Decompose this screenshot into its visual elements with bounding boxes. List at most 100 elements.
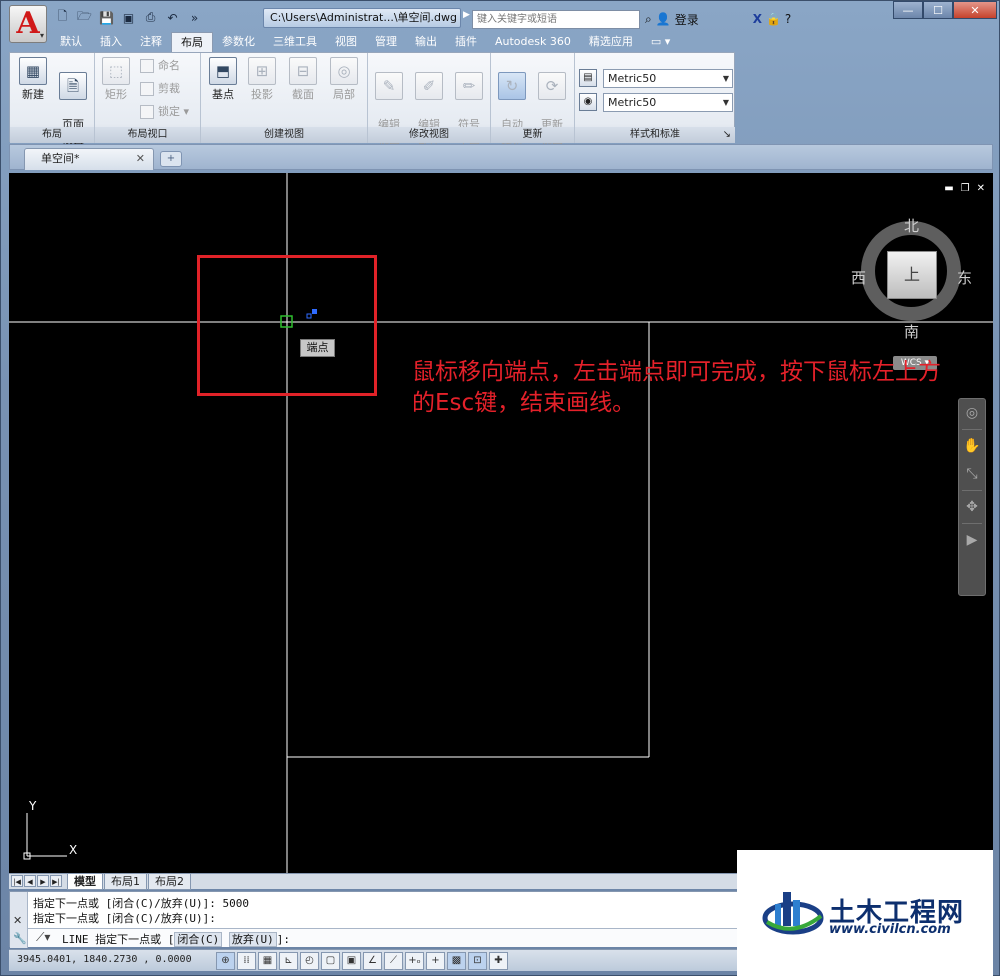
name-viewport-button[interactable]: 命名 [140, 57, 180, 75]
maximize-button[interactable]: ☐ [923, 1, 953, 19]
section-style-value: Metric50 [608, 72, 657, 85]
new-tab-button[interactable]: + [160, 151, 182, 167]
clip-icon [140, 82, 154, 96]
3d-object-snap-icon[interactable]: ▣ [342, 952, 361, 970]
window-controls: — ☐ ✕ [893, 1, 997, 19]
section-style-select[interactable]: Metric50 ▼ [603, 69, 733, 88]
close-button[interactable]: ✕ [953, 1, 997, 19]
open-folder-icon[interactable]: 🗁 [75, 8, 94, 27]
selection-cycling-icon[interactable]: ✚ [489, 952, 508, 970]
new-file-icon[interactable]: 🗋 [53, 8, 72, 27]
layout-tab-layout1[interactable]: 布局1 [104, 874, 147, 890]
tab-output[interactable]: 输出 [406, 32, 446, 52]
new-layout-button[interactable]: ▦ 新建 [14, 57, 52, 102]
drawing-canvas[interactable]: Y X ▬ ❐ ✕ 上 北 南 东 西 WCS ▾ ◎ ✋ ⤡ ✥ ▶ 端点 鼠… [9, 173, 993, 873]
clip-viewport-button[interactable]: 剪裁 [140, 80, 180, 98]
save-as-icon[interactable]: ▣ [119, 8, 138, 27]
tab-insert[interactable]: 插入 [91, 32, 131, 52]
tab-layout[interactable]: 布局 [171, 32, 213, 52]
dynamic-input-icon[interactable]: +ₒ [405, 952, 424, 970]
close-tab-icon[interactable]: ✕ [136, 149, 145, 169]
qat-more-icon[interactable]: » [185, 8, 204, 27]
print-icon[interactable]: ⎙ [141, 8, 160, 27]
detail-style-select[interactable]: Metric50 ▼ [603, 93, 733, 112]
application-menu-button[interactable]: A ▾ [9, 5, 47, 43]
dialog-launcher-icon[interactable]: ↘ [723, 127, 731, 143]
help-icon[interactable]: ? [785, 12, 791, 26]
command-window-handle[interactable]: ✕ 🔧 [10, 892, 28, 948]
minimize-button[interactable]: — [893, 1, 923, 19]
compass-south[interactable]: 南 [904, 321, 919, 342]
viewport-minimize-icon[interactable]: ▬ [944, 183, 953, 194]
layout-panel: ▦ 新建 🗎 页面 设置 布局 [10, 53, 95, 146]
lineweight-icon[interactable]: + [426, 952, 445, 970]
modify-view-panel: ✎ 编辑 视图 ✐ 编辑 部件 ✏ 符号 草图 修改视图 [368, 53, 491, 146]
tab-annotate[interactable]: 注释 [131, 32, 171, 52]
binoculars-icon[interactable]: ⌕ [645, 12, 652, 27]
pan-hand-icon[interactable]: ✋ [959, 432, 985, 460]
dynamic-ucs-icon[interactable]: ⟋ [384, 952, 403, 970]
update-view-icon: ⟳ [538, 72, 566, 100]
object-snap-tracking-icon[interactable]: ∠ [363, 952, 382, 970]
viewcube[interactable]: 上 北 南 东 西 [849, 203, 973, 341]
exchange-x-icon[interactable]: X [753, 12, 762, 26]
autocad-window: A ▾ 🗋 🗁 💾 ▣ ⎙ ↶ » C:\Users\Administrat..… [0, 0, 1000, 976]
user-lock-icon[interactable]: 🔒 [766, 12, 781, 26]
prev-tab-icon[interactable]: ◀ [24, 875, 36, 887]
user-icon[interactable]: 👤 [656, 12, 671, 26]
tab-parametric[interactable]: 参数化 [213, 32, 264, 52]
polar-tracking-icon[interactable]: ◴ [300, 952, 319, 970]
layout-tab-model[interactable]: 模型 [67, 874, 103, 890]
zoom-extents-icon[interactable]: ⤡ [959, 460, 985, 488]
layout-tab-layout2[interactable]: 布局2 [148, 874, 191, 890]
tab-manage[interactable]: 管理 [366, 32, 406, 52]
compass-east[interactable]: 东 [957, 267, 972, 288]
undo-icon[interactable]: ↶ [163, 8, 182, 27]
snap-mode-icon[interactable]: ⁞⁞ [237, 952, 256, 970]
compass-north[interactable]: 北 [904, 215, 919, 236]
detail-view-button[interactable]: ◎ 局部 [325, 57, 363, 102]
viewport-restore-icon[interactable]: ❐ [961, 183, 970, 194]
name-icon [140, 59, 154, 73]
first-tab-icon[interactable]: |◀ [11, 875, 23, 887]
ribbon-minimize-toggle[interactable]: ▭ ▾ [642, 32, 679, 52]
ucs-x-label: X [69, 843, 78, 857]
tab-view[interactable]: 视图 [326, 32, 366, 52]
command-history-line-1: 指定下一点或 [闭合(C)/放弃(U)]: 5000 [33, 897, 249, 910]
search-input[interactable]: 键入关键字或短语 [472, 10, 640, 29]
tab-plugins[interactable]: 插件 [446, 32, 486, 52]
close-icon[interactable]: ✕ [13, 914, 22, 927]
base-view-button[interactable]: ⬒ 基点 [204, 57, 242, 102]
section-view-button[interactable]: ⊟ 截面 [284, 57, 322, 102]
next-tab-icon[interactable]: ▶ [37, 875, 49, 887]
infer-constraints-icon[interactable]: ⊕ [216, 952, 235, 970]
rectangle-label: 矩形 [105, 88, 127, 101]
option-undo[interactable]: 放弃(U) [228, 932, 277, 947]
projected-view-button[interactable]: ⊞ 投影 [243, 57, 281, 102]
last-tab-icon[interactable]: ▶| [50, 875, 62, 887]
showmotion-icon[interactable]: ▶ [959, 526, 985, 554]
object-snap-icon[interactable]: ▢ [321, 952, 340, 970]
wrench-icon[interactable]: 🔧 [13, 932, 27, 945]
compass-west[interactable]: 西 [851, 267, 866, 288]
lock-viewport-button[interactable]: 锁定 ▾ [140, 103, 189, 121]
viewcube-face-top[interactable]: 上 [887, 251, 937, 299]
new-layout-label: 新建 [22, 88, 44, 101]
orbit-icon[interactable]: ✥ [959, 493, 985, 521]
grid-display-icon[interactable]: ▦ [258, 952, 277, 970]
tab-3d-tools[interactable]: 三维工具 [264, 32, 326, 52]
tab-featured-apps[interactable]: 精选应用 [580, 32, 642, 52]
quick-properties-icon[interactable]: ⊡ [468, 952, 487, 970]
rectangle-viewport-button[interactable]: ⬚ 矩形 [97, 57, 135, 102]
viewport-close-icon[interactable]: ✕ [977, 183, 985, 194]
file-tab-single-space[interactable]: 单空间* ✕ [24, 148, 154, 170]
transparency-icon[interactable]: ▩ [447, 952, 466, 970]
ortho-mode-icon[interactable]: ⊾ [279, 952, 298, 970]
tab-autodesk-360[interactable]: Autodesk 360 [486, 32, 580, 52]
login-link[interactable]: 登录 [675, 11, 699, 28]
symbol-sketch-icon: ✏ [455, 72, 483, 100]
option-close[interactable]: 闭合(C) [174, 932, 223, 947]
coordinates-readout: 3945.0401, 1840.2730 , 0.0000 [17, 954, 192, 965]
save-icon[interactable]: 💾 [97, 8, 116, 27]
tab-default[interactable]: 默认 [51, 32, 91, 52]
